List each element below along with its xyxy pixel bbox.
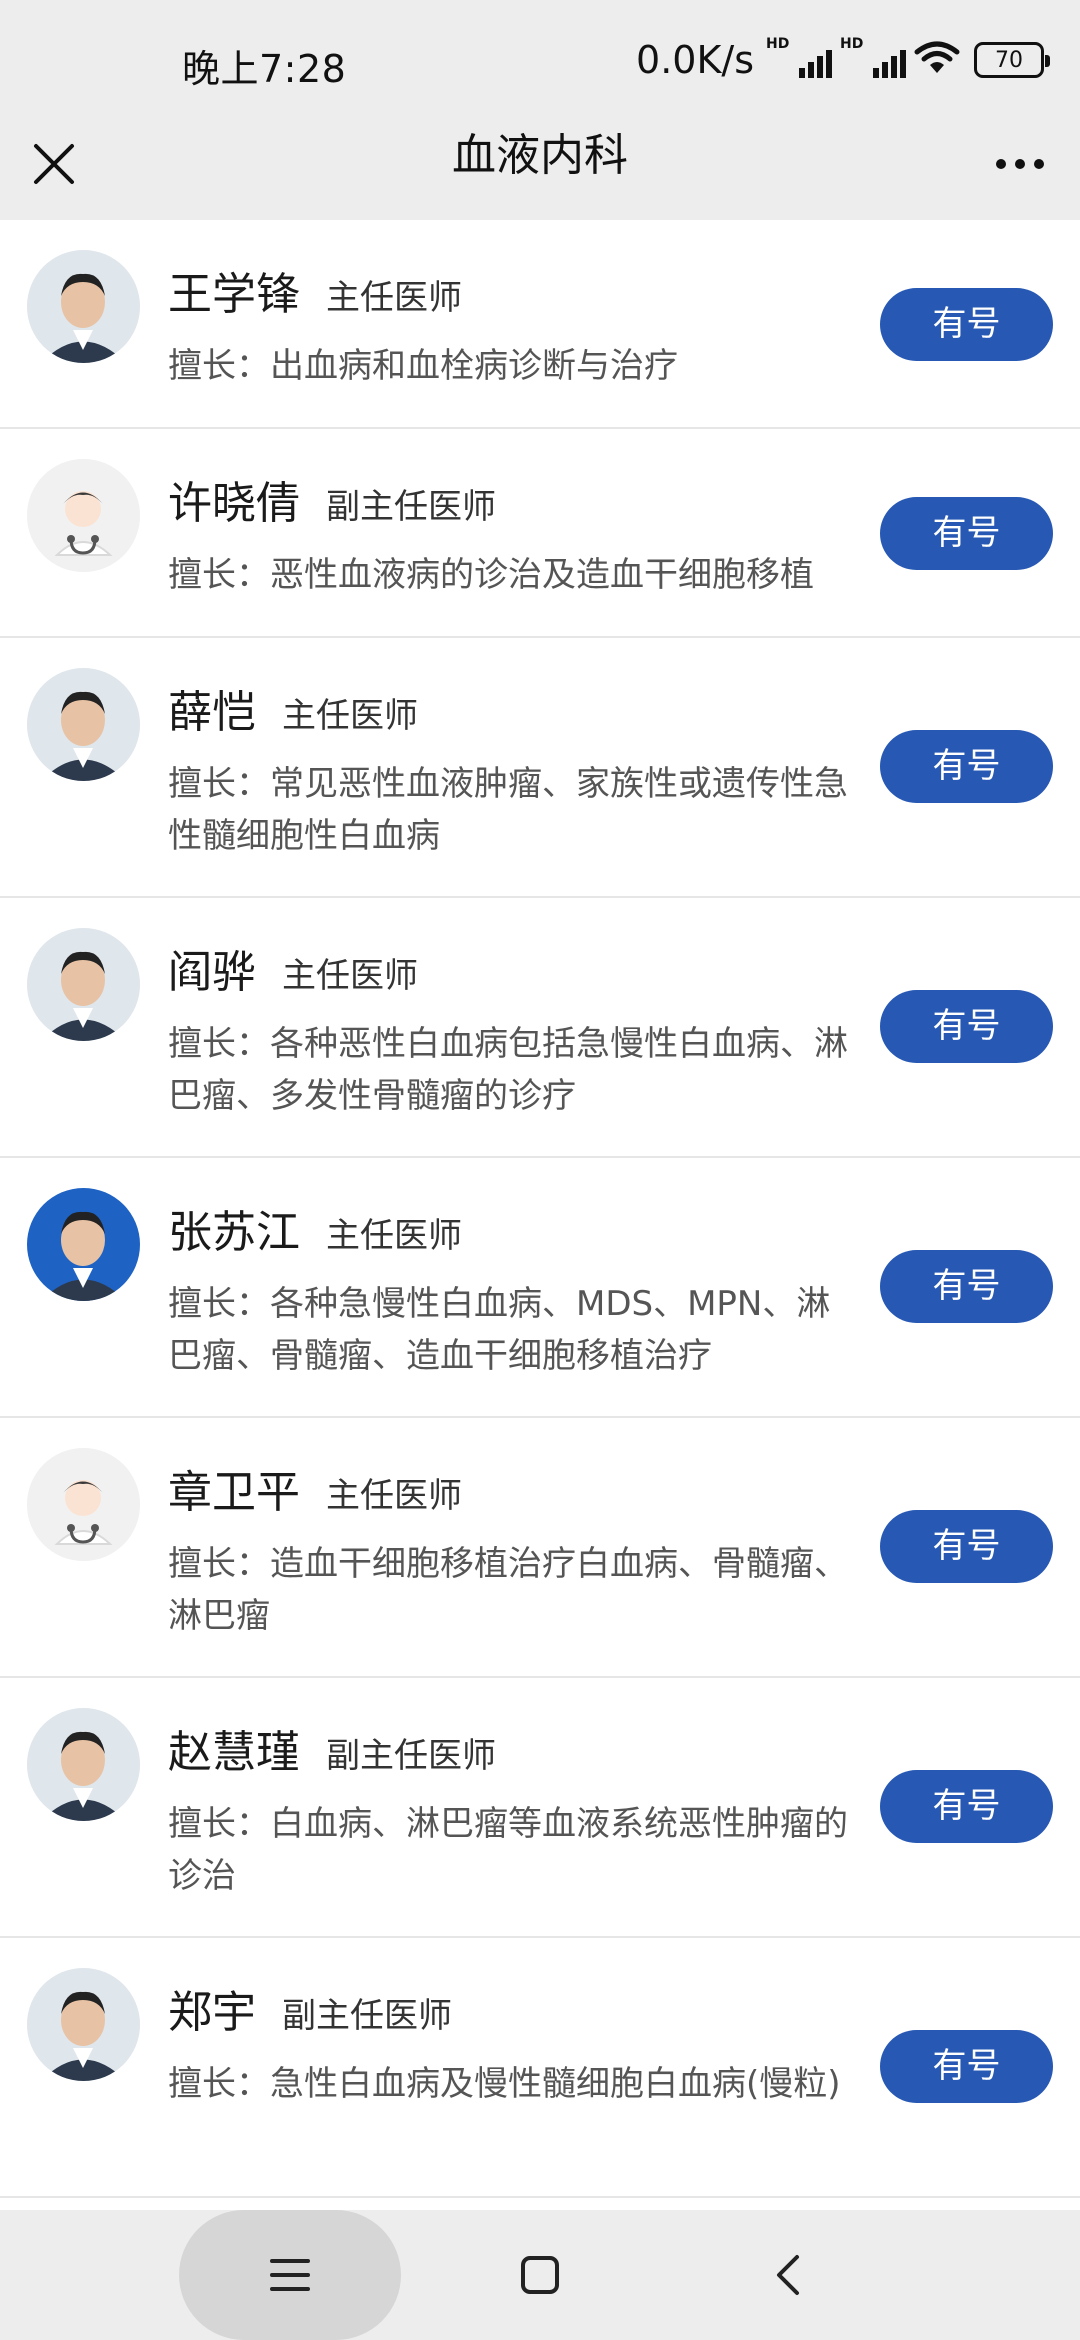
doctor-specialty: 擅长：出血病和血栓病诊断与治疗 xyxy=(168,346,678,386)
doctor-row[interactable]: 王学锋 主任医师擅长：出血病和血栓病诊断与治疗 有号 xyxy=(0,220,1080,429)
doctor-name-line: 王学锋 主任医师 xyxy=(168,258,462,322)
network-speed: 0.0K/s xyxy=(636,38,754,82)
doctor-name-line: 张苏江 主任医师 xyxy=(168,1196,462,1260)
doctor-list: 王学锋 主任医师 擅长：出血病和血栓病诊断与治疗 有号 许晓倩 副主任医师 擅长：恶性血液病… xyxy=(0,220,1080,2198)
doctor-title: 副主任医师 xyxy=(326,487,496,527)
doctor-row[interactable]: 郑宇 副主任医师擅长：急性白血病及慢性髓细胞白血病(慢粒) 有号 xyxy=(0,1938,1080,2198)
doctor-row[interactable]: 章卫平 主任医师擅长：造血干细胞移植治疗白血病、骨髓瘤、淋巴瘤 有号 xyxy=(0,1418,1080,1678)
doctor-title: 副主任医师 xyxy=(326,1736,496,1776)
doctor-avatar xyxy=(27,668,140,781)
appointment-button[interactable]: 有号 xyxy=(880,497,1053,570)
home-icon xyxy=(521,2256,559,2294)
doctor-avatar xyxy=(27,1708,140,1821)
appointment-button[interactable]: 有号 xyxy=(880,1250,1053,1323)
doctor-name-line: 郑宇 副主任医师 xyxy=(168,1976,452,2040)
doctor-row[interactable]: 张苏江 主任医师擅长：各种急慢性白血病、MDS、MPN、淋巴瘤、骨髓瘤、造血干细胞… xyxy=(0,1158,1080,1418)
doctor-avatar xyxy=(27,928,140,1041)
doctor-name-line: 赵慧瑾 副主任医师 xyxy=(168,1716,496,1780)
doctor-name: 阎骅 xyxy=(168,947,256,998)
appointment-button[interactable]: 有号 xyxy=(880,288,1053,361)
doctor-name: 薛恺 xyxy=(168,687,256,738)
doctor-name-line: 章卫平 主任医师 xyxy=(168,1456,462,1520)
doctor-name: 张苏江 xyxy=(168,1207,300,1258)
doctor-name: 郑宇 xyxy=(168,1987,256,2038)
more-icon xyxy=(996,159,1006,169)
doctor-row[interactable]: 许晓倩 副主任医师擅长：恶性血液病的诊治及造血干细胞移植 有号 xyxy=(0,429,1080,638)
navigation-bar xyxy=(0,2210,1080,2340)
doctor-title: 副主任医师 xyxy=(282,1996,452,2036)
doctor-name: 章卫平 xyxy=(168,1467,300,1518)
status-bar: 晚上7:28 0.0K/s HD HD 70 xyxy=(0,0,1080,120)
menu-icon xyxy=(270,2259,310,2291)
doctor-name: 王学锋 xyxy=(168,269,300,320)
appointment-button[interactable]: 有号 xyxy=(880,990,1053,1063)
doctor-row[interactable]: 赵慧瑾 副主任医师擅长：白血病、淋巴瘤等血液系统恶性肿瘤的诊治 有号 xyxy=(0,1678,1080,1938)
doctor-avatar xyxy=(27,250,140,363)
doctor-specialty: 擅长：恶性血液病的诊治及造血干细胞移植 xyxy=(168,555,814,595)
doctor-title: 主任医师 xyxy=(326,278,462,318)
title-bar: 血液内科 xyxy=(0,120,1080,220)
doctor-name-line: 许晓倩 副主任医师 xyxy=(168,467,496,531)
doctor-specialty: 擅长：急性白血病及慢性髓细胞白血病(慢粒) xyxy=(168,2064,841,2104)
doctor-title: 主任医师 xyxy=(326,1476,462,1516)
doctor-row[interactable]: 薛恺 主任医师擅长：常见恶性血液肿瘤、家族性或遗传性急性髓细胞性白血病 有号 xyxy=(0,638,1080,898)
doctor-avatar xyxy=(27,1188,140,1301)
doctor-name-line: 薛恺 主任医师 xyxy=(168,676,418,740)
doctor-specialty: 擅长：常见恶性血液肿瘤、家族性或遗传性急性髓细胞性白血病 xyxy=(168,764,848,856)
doctor-avatar xyxy=(27,1448,140,1561)
doctor-title: 主任医师 xyxy=(326,1216,462,1256)
more-button[interactable] xyxy=(988,134,1052,194)
doctor-name: 赵慧瑾 xyxy=(168,1727,300,1778)
doctor-row[interactable]: 阎骅 主任医师擅长：各种恶性白血病包括急慢性白血病、淋巴瘤、多发性骨髓瘤的诊疗 有号 xyxy=(0,898,1080,1158)
signal-icon: HD xyxy=(840,36,906,80)
doctor-name: 许晓倩 xyxy=(168,478,300,529)
doctor-specialty: 擅长：造血干细胞移植治疗白血病、骨髓瘤、淋巴瘤 xyxy=(168,1544,848,1636)
doctor-avatar xyxy=(27,1968,140,2081)
appointment-button[interactable]: 有号 xyxy=(880,2030,1053,2103)
status-indicators: 0.0K/s HD HD 70 xyxy=(636,36,1050,84)
wifi-icon xyxy=(914,40,960,80)
appointment-button[interactable]: 有号 xyxy=(880,1510,1053,1583)
doctor-specialty: 擅长：各种急慢性白血病、MDS、MPN、淋巴瘤、骨髓瘤、造血干细胞移植治疗 xyxy=(168,1284,831,1376)
appointment-button[interactable]: 有号 xyxy=(880,730,1053,803)
back-button[interactable] xyxy=(748,2245,828,2305)
doctor-name-line: 阎骅 主任医师 xyxy=(168,936,418,1000)
doctor-specialty: 擅长：各种恶性白血病包括急慢性白血病、淋巴瘤、多发性骨髓瘤的诊疗 xyxy=(168,1024,848,1116)
doctor-title: 主任医师 xyxy=(282,956,418,996)
battery-icon: 70 xyxy=(974,42,1050,78)
doctor-title: 主任医师 xyxy=(282,696,418,736)
page-title: 血液内科 xyxy=(452,130,628,181)
home-button[interactable] xyxy=(500,2245,580,2305)
menu-button[interactable] xyxy=(250,2245,330,2305)
appointment-button[interactable]: 有号 xyxy=(880,1770,1053,1843)
back-icon xyxy=(777,2255,799,2295)
doctor-specialty: 擅长：白血病、淋巴瘤等血液系统恶性肿瘤的诊治 xyxy=(168,1804,848,1896)
doctor-avatar xyxy=(27,459,140,572)
status-time: 晚上7:28 xyxy=(182,47,347,91)
signal-icon: HD xyxy=(766,36,832,80)
